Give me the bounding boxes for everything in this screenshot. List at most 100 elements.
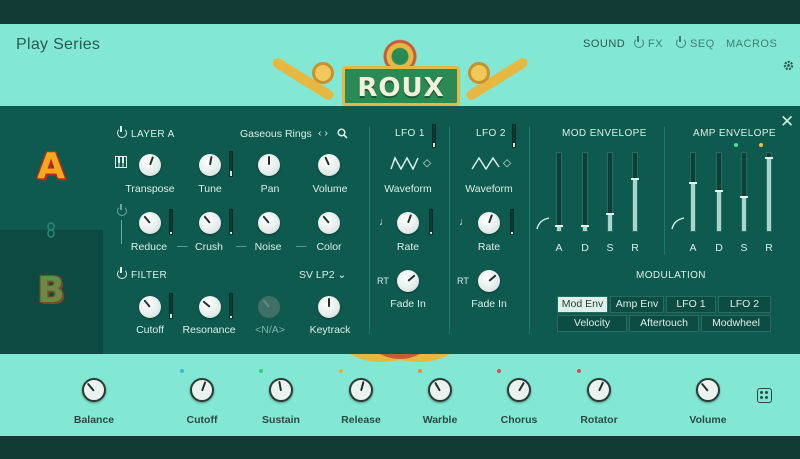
tune-meter (229, 151, 233, 177)
dice-icon[interactable] (757, 388, 772, 403)
lfo2-rate-meter (510, 209, 514, 235)
pan-knob[interactable] (258, 154, 280, 176)
macro-sustain-label: Sustain (262, 414, 300, 426)
right-trumpet-bell-icon (468, 62, 490, 84)
macro-warble-knob[interactable] (428, 378, 452, 402)
amp-env-slider-d[interactable] (715, 152, 723, 232)
layer-b-letter[interactable]: B (29, 270, 73, 311)
lfo1-wave-chevron-icon[interactable]: ◇ (423, 157, 431, 169)
macro-cutoff-knob[interactable] (190, 378, 214, 402)
filter-power-icon[interactable] (117, 267, 127, 279)
separator-2: — (236, 240, 247, 252)
gear-icon[interactable] (782, 59, 795, 72)
macro-sustain-knob[interactable] (269, 378, 293, 402)
lfo1-fade-knob[interactable] (397, 270, 419, 292)
mod-tab-lfo-1[interactable]: LFO 1 (666, 296, 716, 313)
cutoff-meter (169, 293, 173, 319)
logo-board: ROUX (342, 66, 460, 106)
env-curve-icon[interactable] (536, 216, 550, 230)
mod-tab-lfo-2[interactable]: LFO 2 (718, 296, 771, 313)
lfo2-note-icon[interactable]: ♩ (459, 216, 470, 228)
cutoff-label: Cutoff (136, 324, 164, 336)
fx-power-icon[interactable] (634, 36, 644, 48)
mod-env-slider-a[interactable] (555, 152, 563, 232)
preset-nav-arrows-icon[interactable]: ‹ › (318, 127, 328, 139)
preset-name[interactable]: Gaseous Rings (240, 128, 312, 140)
amp-env-s-label: S (740, 242, 748, 254)
volume-knob[interactable] (318, 154, 340, 176)
env-curve-icon[interactable] (671, 216, 685, 230)
filter-title: FILTER (131, 270, 168, 281)
cutoff-knob[interactable] (139, 296, 161, 318)
lfo1-rt-label[interactable]: RT (377, 276, 389, 286)
macro-balance-knob[interactable] (82, 378, 106, 402)
tune-knob[interactable] (199, 154, 221, 176)
macro-cutoff-indicator-dot (180, 369, 184, 373)
lfo2-rt-label[interactable]: RT (457, 276, 469, 286)
amp-env-slider-r[interactable] (765, 152, 773, 232)
layer-a-letter[interactable]: A (29, 146, 73, 187)
mod-env-d-label: D (581, 242, 589, 254)
keyboard-icon[interactable] (115, 156, 127, 168)
modulation-title: MODULATION (636, 270, 706, 281)
lfo1-note-icon[interactable]: ♩ (379, 216, 390, 228)
nav-fx[interactable]: FX (634, 36, 664, 50)
keytrack-knob[interactable] (318, 296, 340, 318)
ornament-bottom-icon (350, 354, 450, 362)
macro-chorus-indicator-dot (497, 369, 501, 373)
link-icon[interactable] (45, 222, 57, 238)
macro-rotator-knob[interactable] (587, 378, 611, 402)
amp-env-slider-s[interactable] (740, 152, 748, 232)
nav-seq[interactable]: SEQ (676, 36, 715, 50)
volume-label: Volume (312, 183, 348, 195)
nav-macros[interactable]: MACROS (726, 38, 777, 50)
section-divider (664, 126, 665, 254)
mod-env-slider-d[interactable] (581, 152, 589, 232)
mod-env-title: MOD ENVELOPE (562, 128, 647, 139)
reduce-knob[interactable] (139, 212, 161, 234)
macro-release-knob[interactable] (349, 378, 373, 402)
mod-tab-aftertouch[interactable]: Aftertouch (629, 315, 699, 332)
lfo2-wave-chevron-icon[interactable]: ◇ (503, 157, 511, 169)
mod-env-r-label: R (631, 242, 639, 254)
crush-knob[interactable] (199, 212, 221, 234)
transpose-knob[interactable] (139, 154, 161, 176)
layer-a-header[interactable]: LAYER A (117, 126, 175, 140)
mod-tab-modwheel[interactable]: Modwheel (701, 315, 771, 332)
ornament-icon (380, 36, 420, 70)
mod-tab-velocity[interactable]: Velocity (557, 315, 627, 332)
layer-a-power-icon[interactable] (117, 126, 127, 138)
seq-power-icon[interactable] (676, 36, 686, 48)
square-wave-icon[interactable] (390, 156, 420, 170)
chevron-down-icon: ⌄ (337, 269, 347, 281)
noise-knob[interactable] (258, 212, 280, 234)
lfo1-rate-knob[interactable] (397, 212, 419, 234)
roux-logo: ROUX (250, 24, 550, 106)
search-icon[interactable] (337, 128, 348, 139)
lfo2-rate-knob[interactable] (478, 212, 500, 234)
close-icon[interactable]: ✕ (780, 112, 794, 132)
lfo1-meter (432, 124, 436, 148)
macro-chorus-knob[interactable] (507, 378, 531, 402)
mod-env-slider-r[interactable] (631, 152, 639, 232)
mod-tab-mod-env[interactable]: Mod Env (557, 296, 608, 313)
resonance-knob[interactable] (199, 296, 221, 318)
nav-sound[interactable]: SOUND (583, 38, 625, 50)
color-knob[interactable] (318, 212, 340, 234)
macro-volume-knob[interactable] (696, 378, 720, 402)
fx-row-power-icon[interactable] (117, 204, 127, 216)
left-trumpet-bell-icon (312, 62, 334, 84)
resonance-meter (229, 293, 233, 319)
nav-fx-label: FX (648, 38, 664, 50)
section-divider (529, 126, 530, 334)
triangle-wave-icon[interactable] (471, 156, 501, 170)
filter-header[interactable]: FILTER (117, 267, 168, 281)
na-knob (258, 296, 280, 318)
amp-env-r-label: R (765, 242, 773, 254)
crush-meter (229, 209, 233, 235)
lfo2-fade-knob[interactable] (478, 270, 500, 292)
mod-tab-amp-env[interactable]: Amp Env (610, 296, 664, 313)
amp-env-slider-a[interactable] (689, 152, 697, 232)
mod-env-slider-s[interactable] (606, 152, 614, 232)
filter-type-select[interactable]: SV LP2 ⌄ (299, 269, 346, 281)
